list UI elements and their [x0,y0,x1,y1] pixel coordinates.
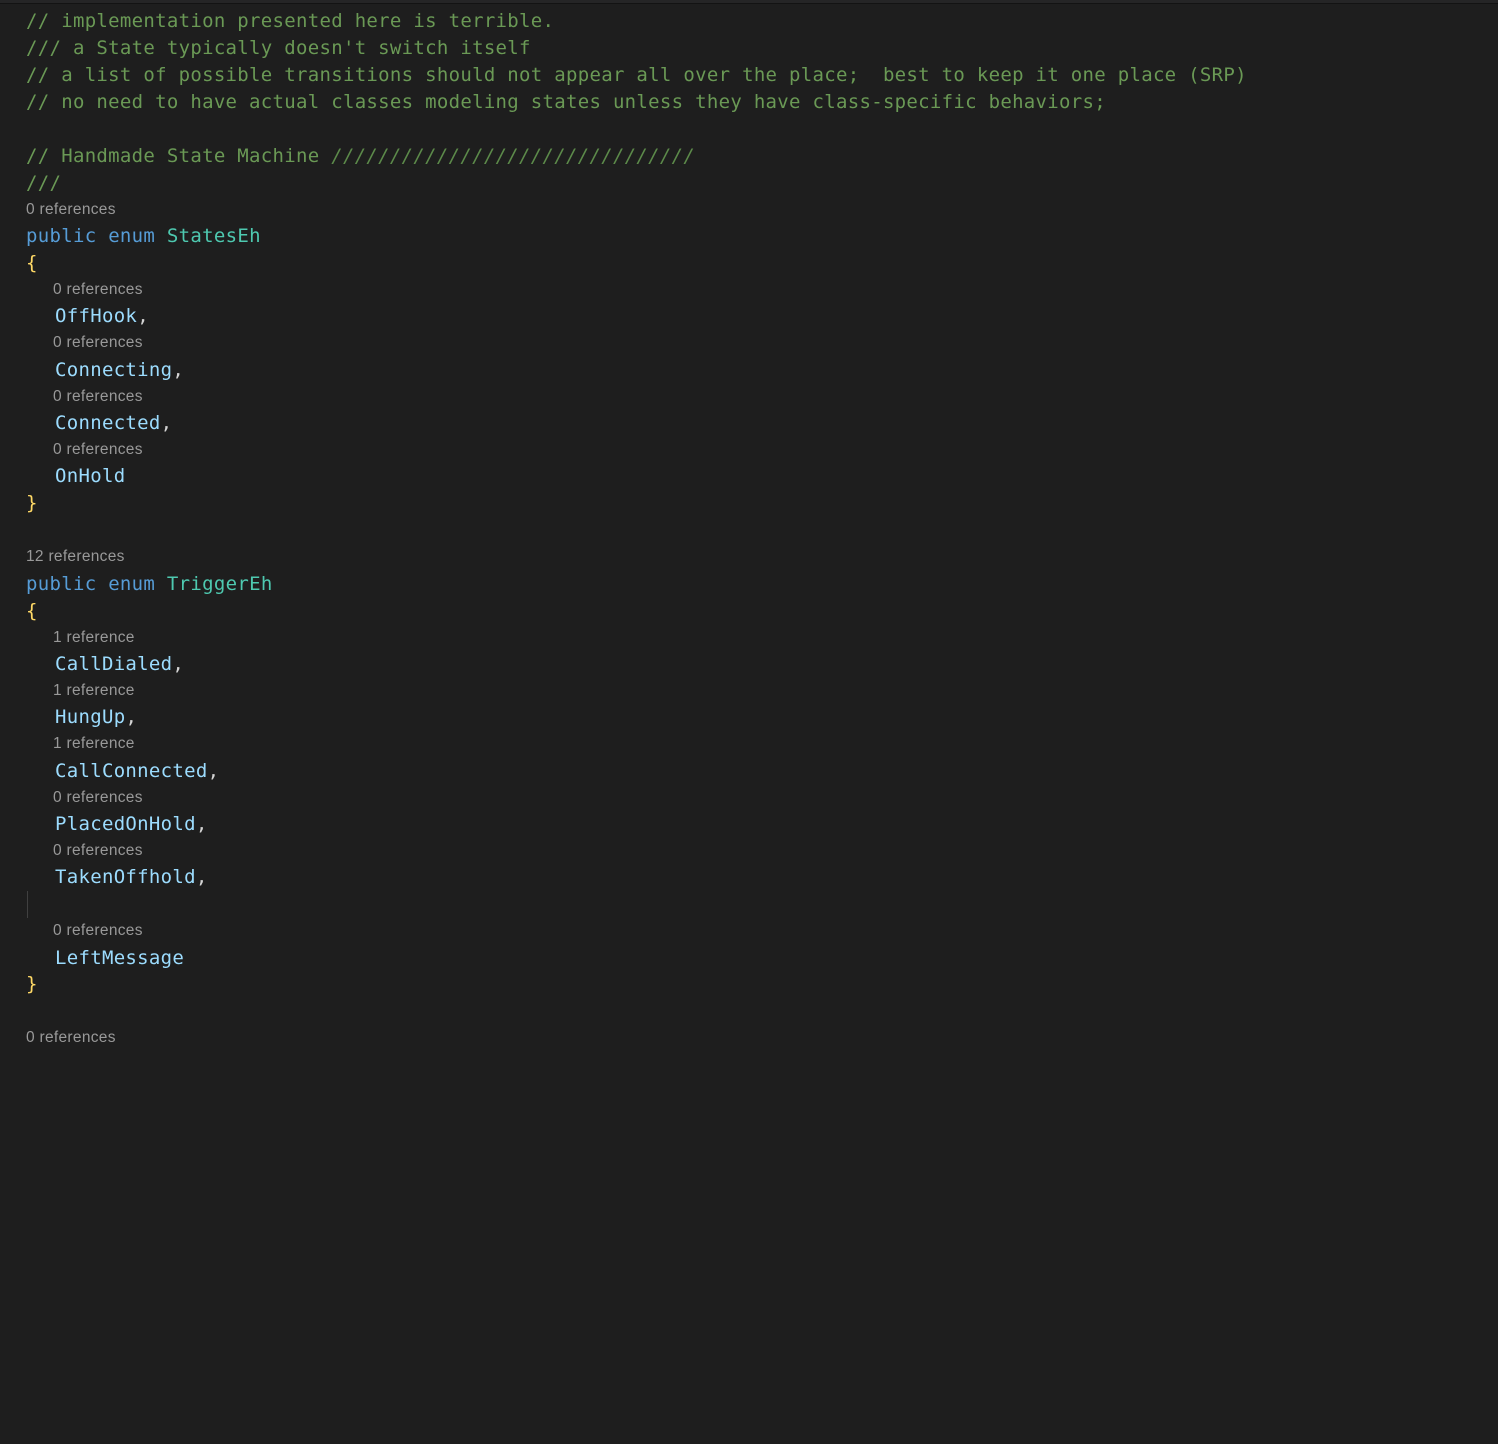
code-editor[interactable]: // implementation presented here is terr… [26,8,1498,1052]
enum-member: PlacedOnHold, [26,811,1498,838]
doc-comment-line: /// a State typically doesn't switch its… [26,37,531,59]
blank-line [26,517,1498,544]
comment-line: // a list of possible transitions should… [26,64,1247,86]
close-brace: } [26,492,38,514]
codelens-link[interactable]: 12 references [26,544,1498,570]
enum-member: CallConnected, [26,758,1498,785]
codelens-link[interactable]: 0 references [26,1025,1498,1051]
enum-member: OffHook, [26,303,1498,330]
enum-member: Connecting, [26,357,1498,384]
enum-member: OnHold [26,463,1498,490]
doc-comment-line: /// [26,172,61,194]
codelens-link[interactable]: 0 references [26,384,1498,410]
enum-member: Connected, [26,410,1498,437]
codelens-link[interactable]: 0 references [26,918,1498,944]
open-brace: { [26,252,38,274]
close-brace: } [26,973,38,995]
codelens-link[interactable]: 0 references [26,277,1498,303]
open-brace: { [26,600,38,622]
codelens-link[interactable]: 0 references [26,838,1498,864]
comment-line: // implementation presented here is terr… [26,10,554,32]
codelens-link[interactable]: 0 references [26,197,1498,223]
comment-line: // Handmade State Machine //////////////… [26,143,1498,170]
comment-line: // no need to have actual classes modeli… [26,91,1106,113]
codelens-link[interactable]: 0 references [26,437,1498,463]
codelens-link[interactable]: 1 reference [26,625,1498,651]
codelens-link[interactable]: 1 reference [26,678,1498,704]
blank-line [26,891,1498,918]
codelens-link[interactable]: 0 references [26,785,1498,811]
enum-member: CallDialed, [26,651,1498,678]
type-name: TriggerEh [167,573,273,595]
blank-line [26,116,1498,143]
enum-member: HungUp, [26,704,1498,731]
codelens-link[interactable]: 0 references [26,330,1498,356]
type-name: StatesEh [167,225,261,247]
codelens-link[interactable]: 1 reference [26,731,1498,757]
enum-declaration: public enum TriggerEh [26,571,1498,598]
enum-declaration: public enum StatesEh [26,223,1498,250]
enum-member: TakenOffhold, [26,864,1498,891]
enum-member: LeftMessage [26,945,1498,972]
blank-line [26,998,1498,1025]
editor-tab-bar[interactable] [0,0,1498,4]
